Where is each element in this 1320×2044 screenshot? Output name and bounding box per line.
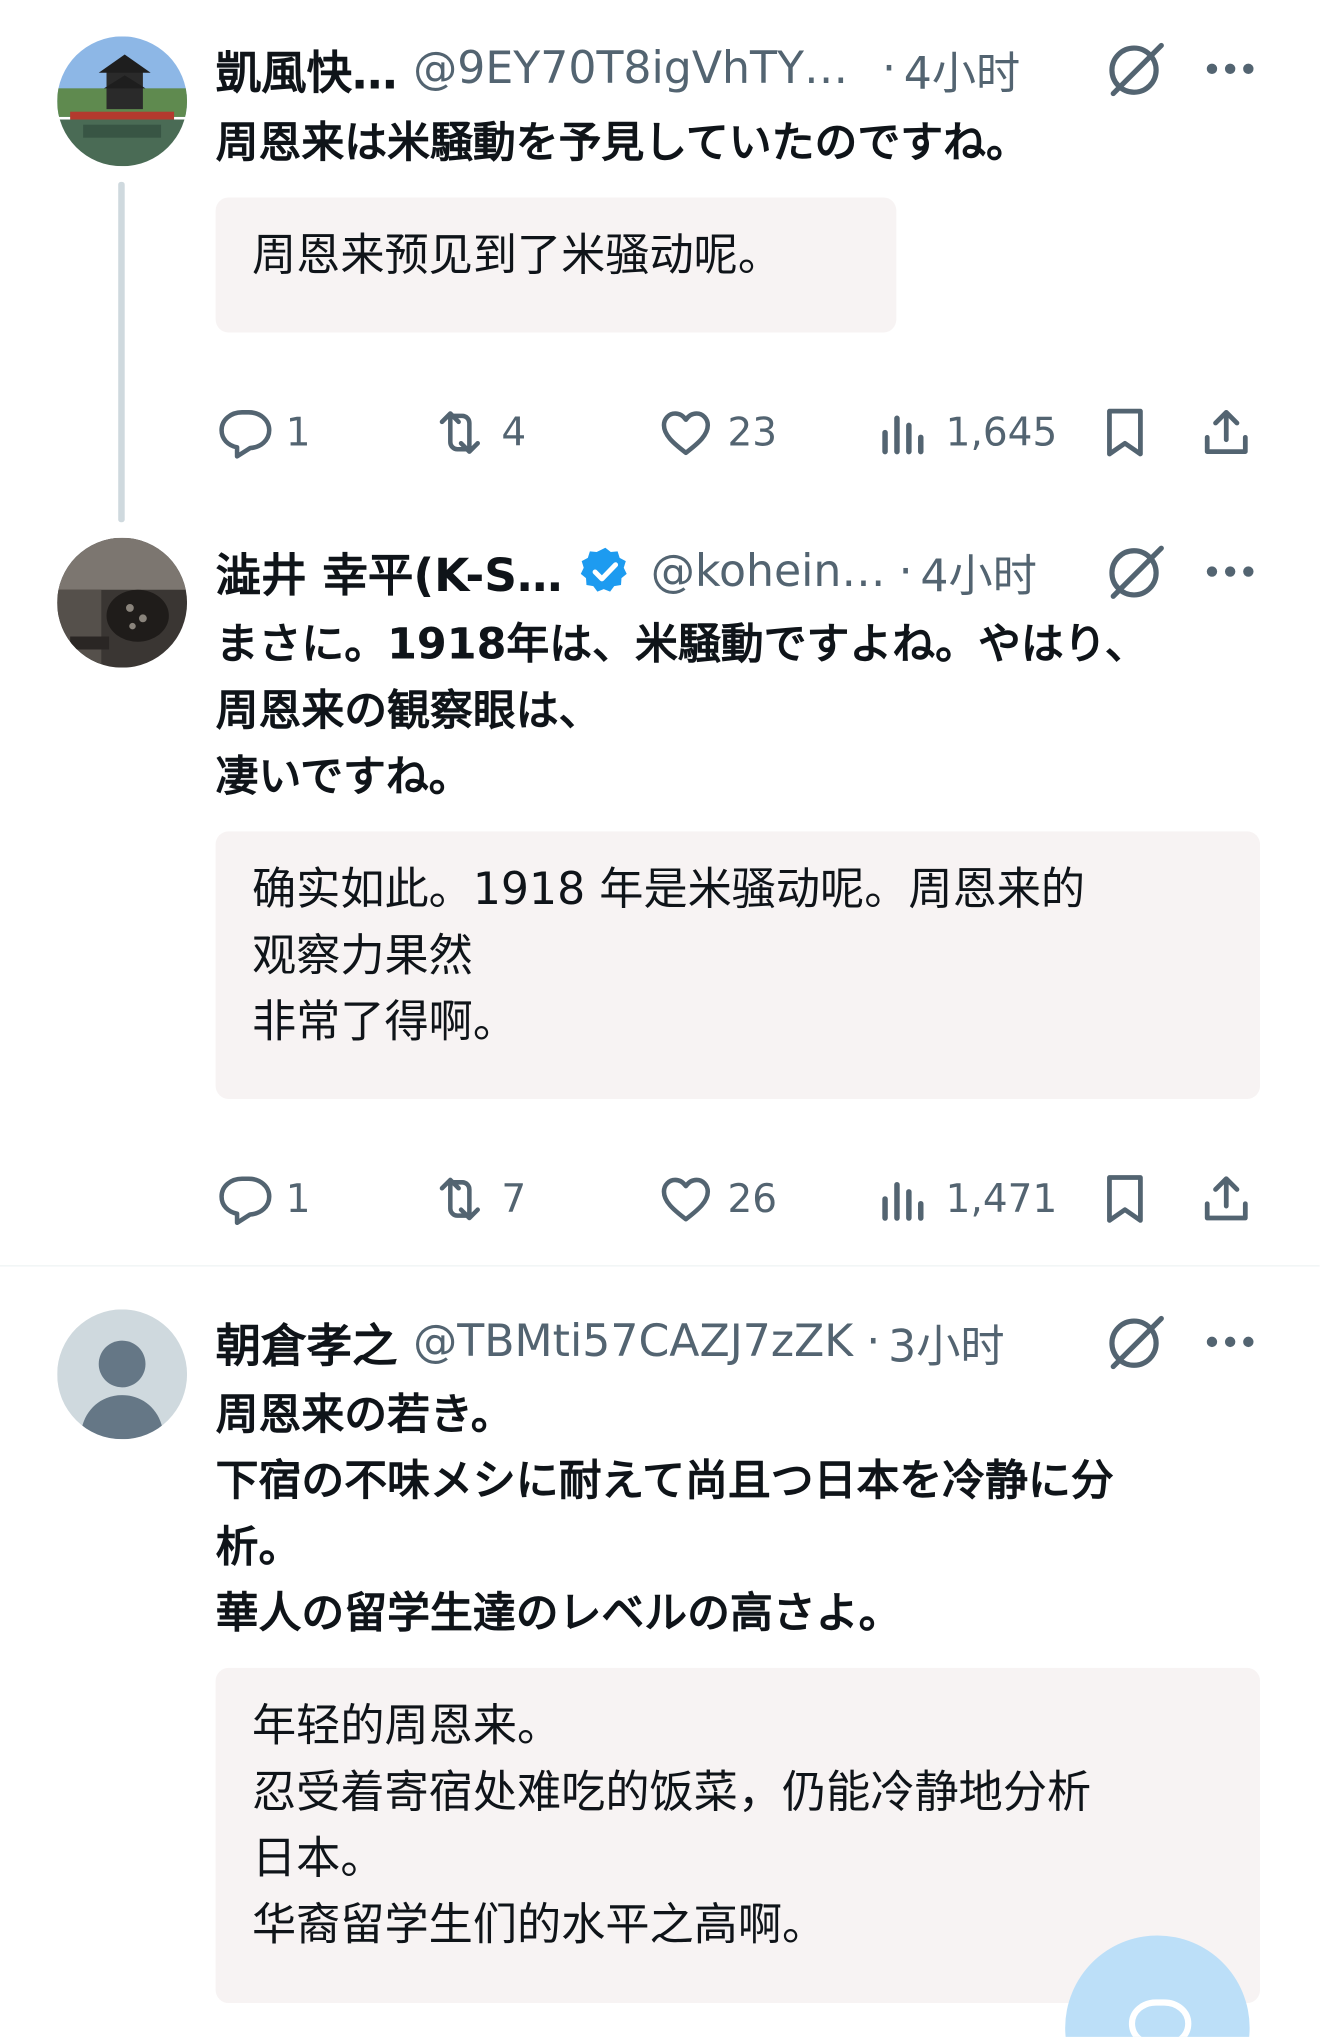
reply-count: 1 — [285, 409, 311, 456]
bookmark-icon — [1107, 1175, 1143, 1223]
reply-button[interactable]: 1 — [216, 400, 311, 465]
like-icon — [661, 1177, 711, 1222]
bookmark-icon — [1107, 408, 1143, 457]
translation-line: 年轻的周恩来。 — [252, 1700, 562, 1753]
views-icon — [882, 415, 924, 455]
avatar[interactable] — [57, 537, 188, 668]
translation-line: 观察力果然 — [252, 930, 473, 983]
avatar[interactable] — [57, 36, 188, 167]
user-handle[interactable]: @kohein… — [651, 546, 886, 598]
display-name[interactable]: 澁井 幸平(K-S… — [216, 540, 563, 602]
like-button[interactable]: 23 — [657, 400, 777, 465]
post-text-line: 下宿の不味メシに耐えて尚且つ日本を冷静に分 — [215, 1454, 1114, 1506]
thread-line — [118, 181, 125, 523]
post-text-line: 周恩来の観察眼は、 — [215, 684, 602, 736]
reply-icon — [219, 1176, 272, 1226]
reply-count: 1 — [285, 1176, 311, 1222]
repost-count: 4 — [501, 409, 527, 456]
grok-icon[interactable] — [1102, 1311, 1172, 1373]
translation-line: 周恩来预见到了米骚动呢。 — [252, 229, 782, 282]
view-count: 1,471 — [945, 1176, 1058, 1222]
post-text: 周恩来は米騒動を予見していたのですね。 — [216, 109, 1255, 175]
share-icon — [1204, 1176, 1248, 1221]
translation-line: 确实如此。1918 年是米骚动呢。周恩来的 — [252, 863, 1086, 916]
more-options-icon[interactable] — [1198, 38, 1263, 100]
post-text: まさに。1918年は、米騒動ですよね。やはり、 周恩来の観察眼は、 凄いですね。 — [216, 611, 1255, 810]
display-name[interactable]: 凱風快… — [216, 38, 398, 100]
post-header: 朝倉孝之 @TBMti57CAZJ7zZK · 3小时 — [216, 1311, 1260, 1373]
translation-line: 忍受着寄宿处难吃的饭菜，仍能冷静地分析 — [252, 1766, 1092, 1819]
like-icon — [661, 411, 711, 456]
separator-dot: · — [866, 1315, 881, 1368]
post-text-line: 凄いですね。 — [215, 750, 472, 802]
views-button[interactable]: 1,471 — [876, 1167, 1058, 1232]
action-bar: 1 7 26 1,471 — [216, 1167, 1260, 1232]
grok-icon[interactable] — [1102, 38, 1172, 100]
repost-icon — [439, 411, 480, 454]
reply-button[interactable]: 1 — [216, 1167, 311, 1232]
translation-line: 华裔留学生们的水平之高啊。 — [252, 1899, 827, 1952]
post-text: 周恩来の若き。 下宿の不味メシに耐えて尚且つ日本を冷静に分 析。 華人の留学生達… — [216, 1381, 1255, 1646]
post-time[interactable]: 4小时 — [920, 540, 1036, 602]
separator-dot: · — [898, 545, 913, 598]
translation-box: 确实如此。1918 年是米骚动呢。周恩来的 观察力果然 非常了得啊。 — [215, 831, 1261, 1099]
views-button[interactable]: 1,645 — [876, 400, 1058, 465]
display-name[interactable]: 朝倉孝之 — [216, 1311, 398, 1373]
post-divider — [0, 1265, 1320, 1267]
repost-count: 7 — [501, 1176, 527, 1222]
share-icon — [1204, 409, 1248, 455]
translation-line: 非常了得啊。 — [252, 996, 518, 1049]
share-button[interactable] — [1198, 1167, 1255, 1232]
post-header: 凱風快… @9EY70T8igVhTY… · 4小时 — [216, 38, 1260, 100]
post-text-line: 周恩来は米騒動を予見していたのですね。 — [215, 116, 1029, 168]
translation-line: 日本。 — [252, 1832, 385, 1885]
view-count: 1,645 — [945, 409, 1058, 456]
share-button[interactable] — [1198, 400, 1255, 465]
like-count: 23 — [727, 409, 778, 456]
more-options-icon[interactable] — [1198, 540, 1263, 602]
avatar[interactable] — [57, 1309, 188, 1440]
post-header: 澁井 幸平(K-S… @kohein… · 4小时 — [216, 540, 1260, 602]
post-text-line: 華人の留学生達のレベルの高さよ。 — [215, 1587, 902, 1639]
separator-dot: · — [881, 42, 896, 95]
translation-box: 周恩来预见到了米骚动呢。 — [215, 197, 897, 333]
views-icon — [882, 1181, 924, 1221]
user-handle[interactable]: @9EY70T8igVhTY… — [413, 43, 848, 95]
grok-icon[interactable] — [1102, 540, 1172, 602]
action-bar: 1 4 23 1,645 — [216, 400, 1260, 465]
repost-button[interactable]: 7 — [431, 1167, 526, 1232]
user-handle[interactable]: @TBMti57CAZJ7zZK — [413, 1316, 853, 1368]
reply-icon — [219, 410, 272, 459]
post-text-line: まさに。1918年は、米騒動ですよね。やはり、 — [215, 618, 1148, 669]
post-text-line: 周恩来の若き。 — [215, 1388, 514, 1440]
like-button[interactable]: 26 — [657, 1167, 777, 1232]
repost-button[interactable]: 4 — [431, 400, 526, 465]
post-time[interactable]: 3小时 — [888, 1311, 1004, 1373]
like-count: 26 — [727, 1176, 778, 1222]
compose-reply-icon — [1128, 1999, 1192, 2037]
bookmark-button[interactable] — [1096, 1167, 1153, 1232]
more-options-icon[interactable] — [1198, 1311, 1263, 1373]
bookmark-button[interactable] — [1096, 400, 1153, 465]
post-text-line: 析。 — [215, 1521, 302, 1572]
post-time[interactable]: 4小时 — [904, 38, 1020, 100]
verified-badge-icon — [580, 547, 627, 592]
repost-icon — [439, 1177, 480, 1221]
